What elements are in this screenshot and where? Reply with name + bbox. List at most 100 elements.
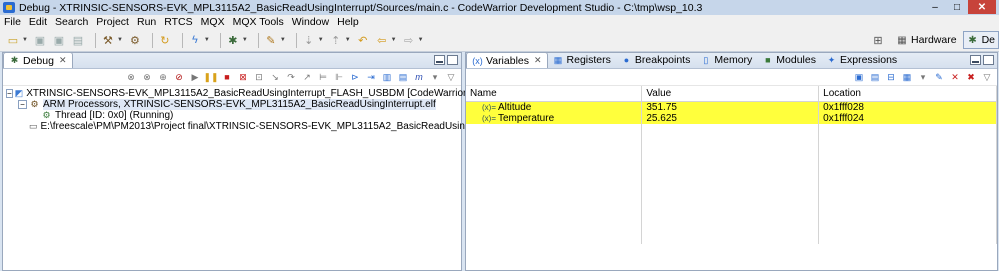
perspective-debug[interactable]: ✱ De <box>962 31 999 49</box>
variable-name-cell[interactable]: (x)= Altitude <box>466 101 643 113</box>
menu-mqx-tools[interactable]: MQX Tools <box>233 16 284 28</box>
tree-row-thread[interactable]: ⚙ Thread [ID: 0x0] (Running) <box>3 110 461 121</box>
remove-global-variables-icon[interactable]: ✕ <box>949 71 961 83</box>
tab-expressions[interactable]: ✦ Expressions <box>821 52 902 68</box>
add-global-variables-icon[interactable]: ✎ <box>933 71 945 83</box>
back-icon[interactable]: ⇦ <box>375 33 389 47</box>
print-icon[interactable]: ▤ <box>71 33 85 47</box>
multicore-icon[interactable]: ▥ <box>381 71 393 83</box>
new-dropdown-icon[interactable]: ▼ <box>22 37 28 43</box>
tab-variables[interactable]: (x) Variables ✕ <box>466 52 548 68</box>
menu-window[interactable]: Window <box>292 16 329 28</box>
run-tools-icon[interactable]: ✎ <box>264 33 278 47</box>
drop-to-frame-icon[interactable]: ⊩ <box>333 71 345 83</box>
flash-programmer-icon[interactable]: ϟ <box>188 33 202 47</box>
tree-row-path[interactable]: ▭ E:\freescale\PM\PM2013\Project final\X… <box>3 121 566 132</box>
menu-project[interactable]: Project <box>96 16 129 28</box>
collapse-icon[interactable]: − <box>6 89 13 98</box>
minimize-button[interactable]: – <box>924 0 946 14</box>
collapse-icon[interactable]: − <box>18 100 27 109</box>
menu-help[interactable]: Help <box>337 16 359 28</box>
show-logical-structure-icon[interactable]: ▤ <box>869 71 881 83</box>
minimize-view-icon[interactable] <box>434 55 445 65</box>
flash-dropdown-icon[interactable]: ▼ <box>204 37 210 43</box>
tree-row-launch[interactable]: − ◩ XTRINSIC-SENSORS-EVK_MPL3115A2_Basic… <box>3 88 516 99</box>
select-columns-icon[interactable]: ▦ <box>901 71 913 83</box>
prev-annotation-icon[interactable]: ⇡ <box>329 33 343 47</box>
close-button[interactable]: ✕ <box>968 0 996 14</box>
column-header-value[interactable]: Value <box>641 86 820 102</box>
restart-icon[interactable]: ⊘ <box>173 71 185 83</box>
menu-search[interactable]: Search <box>55 16 88 28</box>
tab-registers[interactable]: ▦ Registers <box>548 52 616 68</box>
back-dropdown-icon[interactable]: ▼ <box>391 37 397 43</box>
run-to-line-icon[interactable]: ⇥ <box>365 71 377 83</box>
instruction-step-icon[interactable]: ⊨ <box>317 71 329 83</box>
tab-debug[interactable]: ✱ Debug ✕ <box>3 52 73 68</box>
connect-icon[interactable]: ⊕ <box>157 71 169 83</box>
debug-tab-icon: ✱ <box>10 55 19 65</box>
run-tools-dropdown-icon[interactable]: ▼ <box>280 37 286 43</box>
resume-icon[interactable]: ▶ <box>189 71 201 83</box>
build-dropdown-icon[interactable]: ▼ <box>117 37 123 43</box>
refresh-icon[interactable]: ↻ <box>158 33 172 47</box>
prev-annotation-dropdown-icon[interactable]: ▼ <box>345 37 351 43</box>
groups-dropdown-icon[interactable]: ▾ <box>429 71 441 83</box>
show-type-names-icon[interactable]: ▣ <box>853 71 865 83</box>
terminate-icon[interactable]: ■ <box>221 71 233 83</box>
menu-rtcs[interactable]: RTCS <box>164 16 192 28</box>
variable-value-cell[interactable]: 25.625 <box>641 112 820 124</box>
minimize-view-icon[interactable] <box>970 55 981 65</box>
variable-value-cell[interactable]: 351.75 <box>641 101 820 113</box>
next-annotation-dropdown-icon[interactable]: ▼ <box>318 37 324 43</box>
column-header-location[interactable]: Location <box>818 86 997 102</box>
perspective-hardware[interactable]: ▦ Hardware <box>893 31 960 49</box>
next-annotation-icon[interactable]: ⇣ <box>302 33 316 47</box>
tab-modules[interactable]: ■ Modules <box>757 52 821 68</box>
tab-breakpoints[interactable]: ● Breakpoints <box>616 52 695 68</box>
debug-dropdown-icon[interactable]: ▼ <box>242 37 248 43</box>
step-over-icon[interactable]: ↷ <box>285 71 297 83</box>
tree-row-process[interactable]: − ⚙ ARM Processors, XTRINSIC-SENSORS-EVK… <box>3 99 461 110</box>
suspend-icon[interactable]: ❚❚ <box>203 71 218 83</box>
debug-bug-icon[interactable]: ✱ <box>226 33 240 47</box>
remove-all-terminated-icon[interactable]: ⊗ <box>141 71 153 83</box>
menu-mqx[interactable]: MQX <box>201 16 225 28</box>
table-row[interactable]: (x)= Temperature 25.625 0x1fff024 <box>466 112 997 124</box>
tab-memory[interactable]: ▯ Memory <box>695 52 757 68</box>
remove-all-global-variables-icon[interactable]: ✖ <box>965 71 977 83</box>
table-row[interactable]: (x)= Altitude 351.75 0x1fff028 <box>466 101 997 113</box>
menu-edit[interactable]: Edit <box>29 16 47 28</box>
menu-run[interactable]: Run <box>137 16 156 28</box>
close-icon[interactable]: ✕ <box>534 55 542 66</box>
forward-icon[interactable]: ⇨ <box>402 33 416 47</box>
view-menu-icon[interactable]: ▽ <box>445 71 457 83</box>
maximize-button[interactable]: □ <box>946 0 968 14</box>
save-icon[interactable]: ▣ <box>33 33 47 47</box>
column-header-name[interactable]: Name <box>466 86 643 102</box>
maximize-view-icon[interactable] <box>983 55 994 65</box>
maximize-view-icon[interactable] <box>447 55 458 65</box>
multicore-groups-icon[interactable]: m <box>413 71 425 83</box>
collapse-all-icon[interactable]: ⊟ <box>885 71 897 83</box>
close-icon[interactable]: ✕ <box>59 55 67 66</box>
menu-file[interactable]: File <box>4 16 21 28</box>
remove-terminated-icon[interactable]: ⊗ <box>125 71 137 83</box>
open-perspective-icon[interactable]: ⊞ <box>871 33 885 47</box>
step-into-icon[interactable]: ↘ <box>269 71 281 83</box>
build-all-icon[interactable]: ⚙ <box>128 33 142 47</box>
disconnect-icon[interactable]: ⊠ <box>237 71 249 83</box>
variable-name-cell[interactable]: (x)= Temperature <box>466 112 643 124</box>
reset-icon[interactable]: ⊡ <box>253 71 265 83</box>
variables-tabbar: (x) Variables ✕ ▦ Registers ● Breakpoint… <box>466 52 997 69</box>
group-icon[interactable]: ▤ <box>397 71 409 83</box>
step-filters-icon[interactable]: ⊳ <box>349 71 361 83</box>
save-all-icon[interactable]: ▣ <box>52 33 66 47</box>
last-edit-icon[interactable]: ↶ <box>356 33 370 47</box>
select-columns-dropdown-icon[interactable]: ▾ <box>917 71 929 83</box>
forward-dropdown-icon[interactable]: ▼ <box>418 37 424 43</box>
view-menu-icon[interactable]: ▽ <box>981 71 993 83</box>
build-hammer-icon[interactable]: ⚒ <box>101 33 115 47</box>
step-return-icon[interactable]: ↗ <box>301 71 313 83</box>
new-icon[interactable]: ▭ <box>6 33 20 47</box>
